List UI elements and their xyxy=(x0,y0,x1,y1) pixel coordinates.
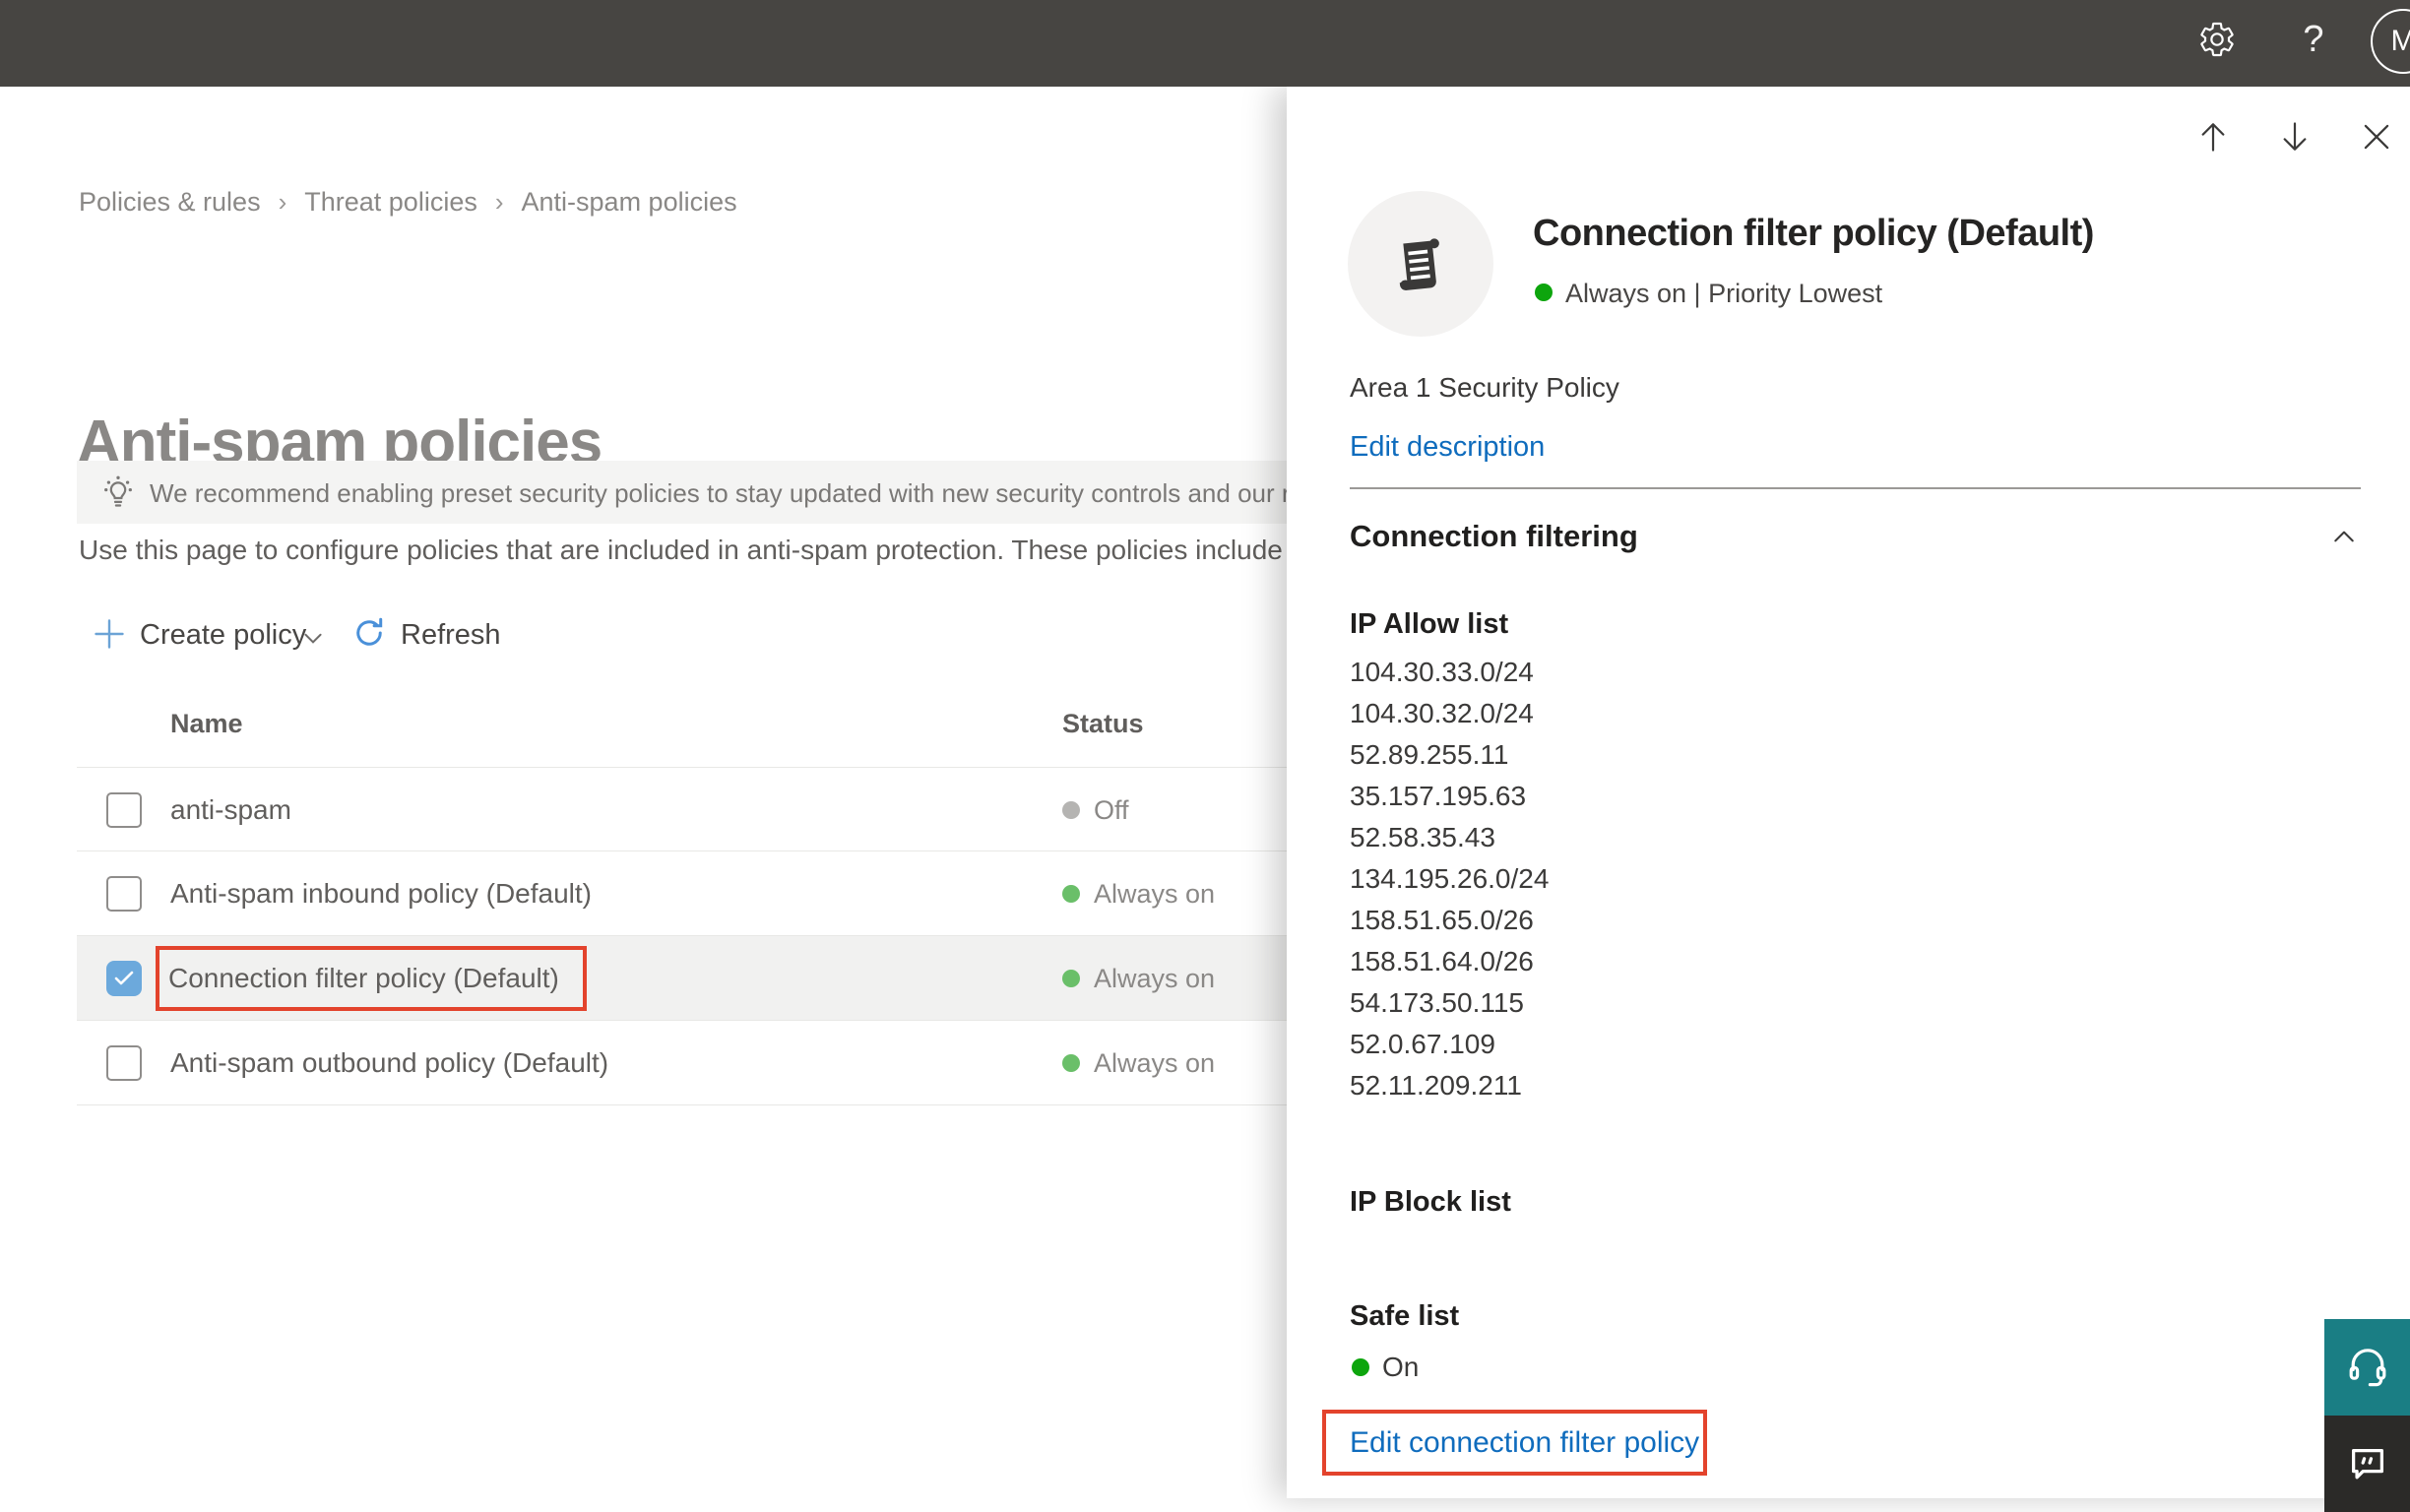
section-divider xyxy=(1350,487,2361,489)
status-text: Off xyxy=(1094,795,1129,825)
status-dot-on xyxy=(1062,970,1080,987)
status-text: Always on xyxy=(1094,964,1216,993)
policy-avatar xyxy=(1348,191,1493,337)
status-dot-on xyxy=(1062,885,1080,903)
lightbulb-icon xyxy=(104,475,132,507)
breadcrumb-separator-icon: › xyxy=(494,187,504,217)
highlight-box: Connection filter policy (Default) xyxy=(156,946,587,1011)
close-icon[interactable] xyxy=(2358,118,2395,156)
ip-entry: 52.11.209.211 xyxy=(1350,1070,1522,1101)
ip-entry: 104.30.33.0/24 xyxy=(1350,657,1534,687)
breadcrumb-policies-rules[interactable]: Policies & rules xyxy=(79,187,261,218)
account-avatar[interactable]: M xyxy=(2371,9,2410,74)
safe-list-title: Safe list xyxy=(1350,1300,1460,1332)
policy-name[interactable]: Anti-spam inbound policy (Default) xyxy=(170,851,592,936)
edit-description-link[interactable]: Edit description xyxy=(1350,431,1545,464)
ip-entry: 104.30.32.0/24 xyxy=(1350,698,1534,728)
column-header-status[interactable]: Status xyxy=(1062,709,1144,739)
headset-icon xyxy=(2349,1349,2385,1387)
status-dot-on xyxy=(1535,284,1553,301)
row-checkbox-checked[interactable] xyxy=(106,961,142,996)
banner-text: We recommend enabling preset security po… xyxy=(150,478,1389,508)
next-item-arrow-down-icon[interactable] xyxy=(2276,118,2314,156)
settings-gear-icon[interactable] xyxy=(2197,20,2237,59)
policy-name[interactable]: Connection filter policy (Default) xyxy=(168,963,559,994)
ip-entry: 52.0.67.109 xyxy=(1350,1029,1495,1059)
support-button[interactable] xyxy=(2324,1319,2410,1416)
ip-block-list-title: IP Block list xyxy=(1350,1186,1511,1218)
highlight-box: Edit connection filter policy xyxy=(1322,1410,1707,1476)
breadcrumb-separator-icon: › xyxy=(278,187,287,217)
policy-name[interactable]: Anti-spam outbound policy (Default) xyxy=(170,1021,608,1105)
plus-icon[interactable] xyxy=(92,616,127,652)
column-header-name[interactable]: Name xyxy=(170,709,243,739)
policy-description: Area 1 Security Policy xyxy=(1350,372,1619,403)
chevron-up-icon[interactable] xyxy=(2329,522,2359,551)
edit-connection-filter-policy-link[interactable]: Edit connection filter policy xyxy=(1350,1426,1699,1460)
row-checkbox[interactable] xyxy=(106,792,142,828)
status-text: Always on xyxy=(1094,879,1216,909)
breadcrumb: Policies & rules › Threat policies › Ant… xyxy=(79,187,737,218)
toolbar: Create policy Refresh xyxy=(0,613,1280,672)
ip-allow-list: 104.30.33.0/24 104.30.32.0/24 52.89.255.… xyxy=(1350,652,1549,1106)
ip-entry: 52.58.35.43 xyxy=(1350,822,1495,852)
safe-list-status: On xyxy=(1382,1352,1420,1382)
scroll-icon xyxy=(1399,238,1439,290)
feedback-chat-icon xyxy=(2351,1448,2383,1480)
previous-item-arrow-up-icon[interactable] xyxy=(2194,118,2232,156)
breadcrumb-threat-policies[interactable]: Threat policies xyxy=(304,187,477,218)
ip-allow-list-title: IP Allow list xyxy=(1350,608,1509,640)
breadcrumb-anti-spam-policies[interactable]: Anti-spam policies xyxy=(522,187,737,218)
status-dot-off xyxy=(1062,801,1080,819)
checkmark-icon xyxy=(114,971,134,985)
top-app-bar: ? M xyxy=(0,0,2410,87)
policy-name[interactable]: anti-spam xyxy=(170,768,291,852)
feedback-button[interactable] xyxy=(2324,1416,2410,1512)
policy-details-flyout: Connection filter policy (Default) Alway… xyxy=(1287,87,2410,1498)
help-icon[interactable]: ? xyxy=(2294,16,2333,63)
status-dot-on xyxy=(1062,1054,1080,1072)
ip-entry: 35.157.195.63 xyxy=(1350,781,1527,811)
create-policy-button[interactable]: Create policy xyxy=(140,619,306,652)
flyout-title: Connection filter policy (Default) xyxy=(1533,213,2094,254)
connection-filtering-section-title: Connection filtering xyxy=(1350,519,1638,553)
status-dot-on xyxy=(1352,1358,1369,1376)
flyout-status-line: Always on | Priority Lowest xyxy=(1565,279,1883,308)
refresh-icon[interactable] xyxy=(351,615,387,651)
ip-entry: 158.51.64.0/26 xyxy=(1350,946,1534,976)
row-checkbox[interactable] xyxy=(106,876,142,912)
ip-entry: 158.51.65.0/26 xyxy=(1350,905,1534,935)
ip-entry: 134.195.26.0/24 xyxy=(1350,863,1550,894)
chevron-down-icon[interactable] xyxy=(300,625,326,651)
refresh-button[interactable]: Refresh xyxy=(401,619,501,652)
ip-entry: 52.89.255.11 xyxy=(1350,739,1509,770)
row-checkbox[interactable] xyxy=(106,1045,142,1081)
ip-entry: 54.173.50.115 xyxy=(1350,987,1524,1018)
status-text: Always on xyxy=(1094,1048,1216,1078)
